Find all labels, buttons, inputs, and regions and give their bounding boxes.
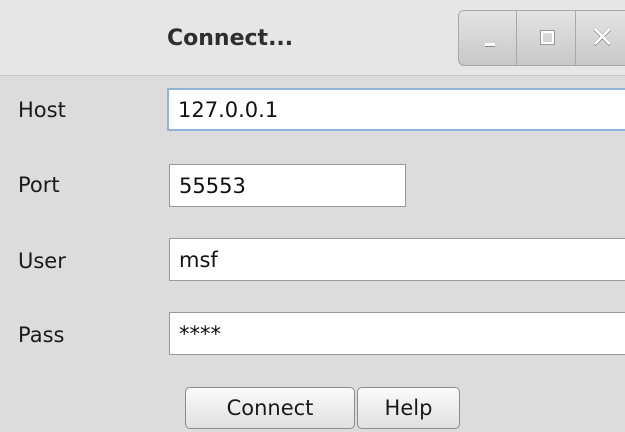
host-field[interactable]	[167, 88, 625, 131]
port-label: Port	[18, 173, 60, 197]
pass-label: Pass	[18, 323, 65, 347]
maximize-icon[interactable]	[517, 11, 576, 65]
window-controls	[458, 10, 625, 66]
host-label: Host	[18, 98, 66, 122]
password-field[interactable]	[169, 312, 625, 355]
minimize-icon[interactable]	[459, 11, 518, 65]
port-field[interactable]	[169, 164, 406, 207]
close-icon[interactable]	[576, 11, 625, 65]
connect-dialog: Connect... Host Port User Pass Connect H…	[0, 0, 625, 432]
window-title: Connect...	[167, 26, 294, 51]
connect-button[interactable]: Connect	[185, 387, 355, 429]
user-label: User	[18, 249, 66, 273]
help-button[interactable]: Help	[357, 387, 460, 429]
title-bar[interactable]: Connect...	[0, 0, 625, 76]
user-field[interactable]	[169, 238, 625, 281]
